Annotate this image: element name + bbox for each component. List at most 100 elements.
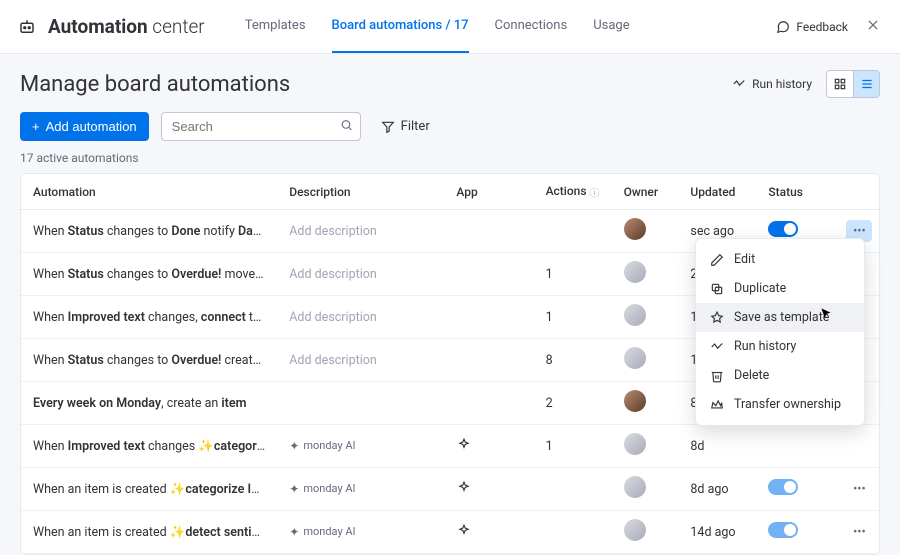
description-cell[interactable]: ✦ monday AI bbox=[277, 511, 444, 554]
feedback-button[interactable]: Feedback bbox=[776, 20, 848, 34]
tab-connections[interactable]: Connections bbox=[495, 0, 568, 53]
more-cell: ••• bbox=[834, 468, 879, 511]
owner-cell[interactable] bbox=[612, 468, 679, 511]
description-cell[interactable]: Add description bbox=[277, 296, 444, 339]
menu-run-history[interactable]: Run history bbox=[696, 332, 864, 361]
actions-cell: 1 bbox=[534, 296, 612, 339]
col-actions[interactable]: Actions ⓘ bbox=[534, 174, 612, 210]
view-list-button[interactable] bbox=[853, 71, 879, 97]
actions-cell: 1 bbox=[534, 425, 612, 468]
tab-board-automations[interactable]: Board automations / 17 bbox=[332, 0, 469, 53]
col-app[interactable]: App bbox=[444, 174, 533, 210]
owner-cell[interactable] bbox=[612, 511, 679, 554]
description-cell[interactable] bbox=[277, 382, 444, 425]
description-cell[interactable]: Add description bbox=[277, 339, 444, 382]
app-cell bbox=[444, 425, 533, 468]
avatar[interactable] bbox=[624, 218, 646, 240]
ai-sparkle-icon bbox=[456, 480, 472, 496]
info-icon: ⓘ bbox=[590, 188, 600, 199]
tab-templates[interactable]: Templates bbox=[245, 0, 306, 53]
automation-cell: When Improved text changes ✨categorize I… bbox=[21, 425, 277, 468]
status-toggle[interactable] bbox=[768, 479, 798, 495]
robot-icon bbox=[16, 16, 38, 38]
tab-strip: Templates Board automations / 17 Connect… bbox=[245, 0, 630, 53]
chat-icon bbox=[776, 20, 790, 34]
close-icon bbox=[866, 18, 880, 32]
avatar[interactable] bbox=[624, 476, 646, 498]
automation-cell: When an item is created ✨categorize Impr… bbox=[21, 468, 277, 511]
row-more-button[interactable]: ••• bbox=[846, 521, 872, 543]
filter-icon bbox=[381, 120, 395, 134]
table-row[interactable]: When an item is created ✨detect sentimen… bbox=[21, 511, 879, 554]
avatar[interactable] bbox=[624, 347, 646, 369]
col-automation[interactable]: Automation bbox=[21, 174, 277, 210]
status-toggle[interactable] bbox=[768, 522, 798, 538]
app-title: Automation center bbox=[48, 15, 205, 38]
table-row[interactable]: When an item is created ✨categorize Impr… bbox=[21, 468, 879, 511]
actions-cell bbox=[534, 210, 612, 253]
owner-cell[interactable] bbox=[612, 210, 679, 253]
status-cell[interactable] bbox=[756, 511, 834, 554]
more-cell bbox=[834, 425, 879, 468]
actions-cell: 2 bbox=[534, 382, 612, 425]
menu-delete[interactable]: Delete bbox=[696, 361, 864, 390]
actions-cell bbox=[534, 468, 612, 511]
description-cell[interactable]: Add description bbox=[277, 210, 444, 253]
ai-sparkle-icon bbox=[456, 437, 472, 453]
status-cell[interactable] bbox=[756, 425, 834, 468]
updated-cell: 14d ago bbox=[678, 511, 756, 554]
status-toggle[interactable] bbox=[768, 221, 798, 237]
app-cell bbox=[444, 339, 533, 382]
updated-cell: 8d bbox=[678, 425, 756, 468]
menu-edit[interactable]: Edit bbox=[696, 245, 864, 274]
automation-cell: When Status changes to Overdue! move ite… bbox=[21, 253, 277, 296]
more-cell: ••• bbox=[834, 511, 879, 554]
description-cell[interactable]: ✦ monday AI bbox=[277, 425, 444, 468]
automation-count: 17 active automations bbox=[20, 151, 880, 165]
owner-cell[interactable] bbox=[612, 296, 679, 339]
avatar[interactable] bbox=[624, 519, 646, 541]
tab-usage[interactable]: Usage bbox=[593, 0, 629, 53]
crown-icon bbox=[710, 398, 724, 412]
updated-cell: 8d ago bbox=[678, 468, 756, 511]
run-history-link[interactable]: Run history bbox=[732, 77, 812, 91]
owner-cell[interactable] bbox=[612, 339, 679, 382]
activity-icon bbox=[710, 340, 724, 354]
app-cell bbox=[444, 511, 533, 554]
search-input[interactable] bbox=[161, 112, 361, 141]
table-row[interactable]: When Improved text changes ✨categorize I… bbox=[21, 425, 879, 468]
status-cell[interactable] bbox=[756, 468, 834, 511]
avatar[interactable] bbox=[624, 261, 646, 283]
automation-cell: When Status changes to Done notify Danie… bbox=[21, 210, 277, 253]
view-grid-button[interactable] bbox=[827, 71, 853, 97]
avatar[interactable] bbox=[624, 304, 646, 326]
list-icon bbox=[860, 77, 874, 91]
owner-cell[interactable] bbox=[612, 382, 679, 425]
app-cell bbox=[444, 468, 533, 511]
grid-icon bbox=[833, 77, 847, 91]
col-description[interactable]: Description bbox=[277, 174, 444, 210]
actions-cell: 8 bbox=[534, 339, 612, 382]
automation-cell: When an item is created ✨detect sentimen… bbox=[21, 511, 277, 554]
avatar[interactable] bbox=[624, 390, 646, 412]
owner-cell[interactable] bbox=[612, 253, 679, 296]
automation-cell: Every week on Monday, create an item bbox=[21, 382, 277, 425]
menu-duplicate[interactable]: Duplicate bbox=[696, 274, 864, 303]
close-button[interactable] bbox=[862, 13, 884, 40]
add-automation-button[interactable]: + Add automation bbox=[20, 112, 149, 141]
col-status[interactable]: Status bbox=[756, 174, 834, 210]
menu-transfer-ownership[interactable]: Transfer ownership bbox=[696, 390, 864, 419]
app-cell bbox=[444, 382, 533, 425]
filter-button[interactable]: Filter bbox=[373, 113, 438, 140]
menu-save-as-template[interactable]: Save as template bbox=[696, 303, 864, 332]
description-cell[interactable]: ✦ monday AI bbox=[277, 468, 444, 511]
activity-icon bbox=[732, 77, 746, 91]
avatar[interactable] bbox=[624, 433, 646, 455]
col-owner[interactable]: Owner bbox=[612, 174, 679, 210]
view-toggle bbox=[826, 70, 880, 98]
owner-cell[interactable] bbox=[612, 425, 679, 468]
description-cell[interactable]: Add description bbox=[277, 253, 444, 296]
plus-icon: + bbox=[32, 119, 40, 134]
row-more-button[interactable]: ••• bbox=[846, 478, 872, 500]
col-updated[interactable]: Updated bbox=[678, 174, 756, 210]
